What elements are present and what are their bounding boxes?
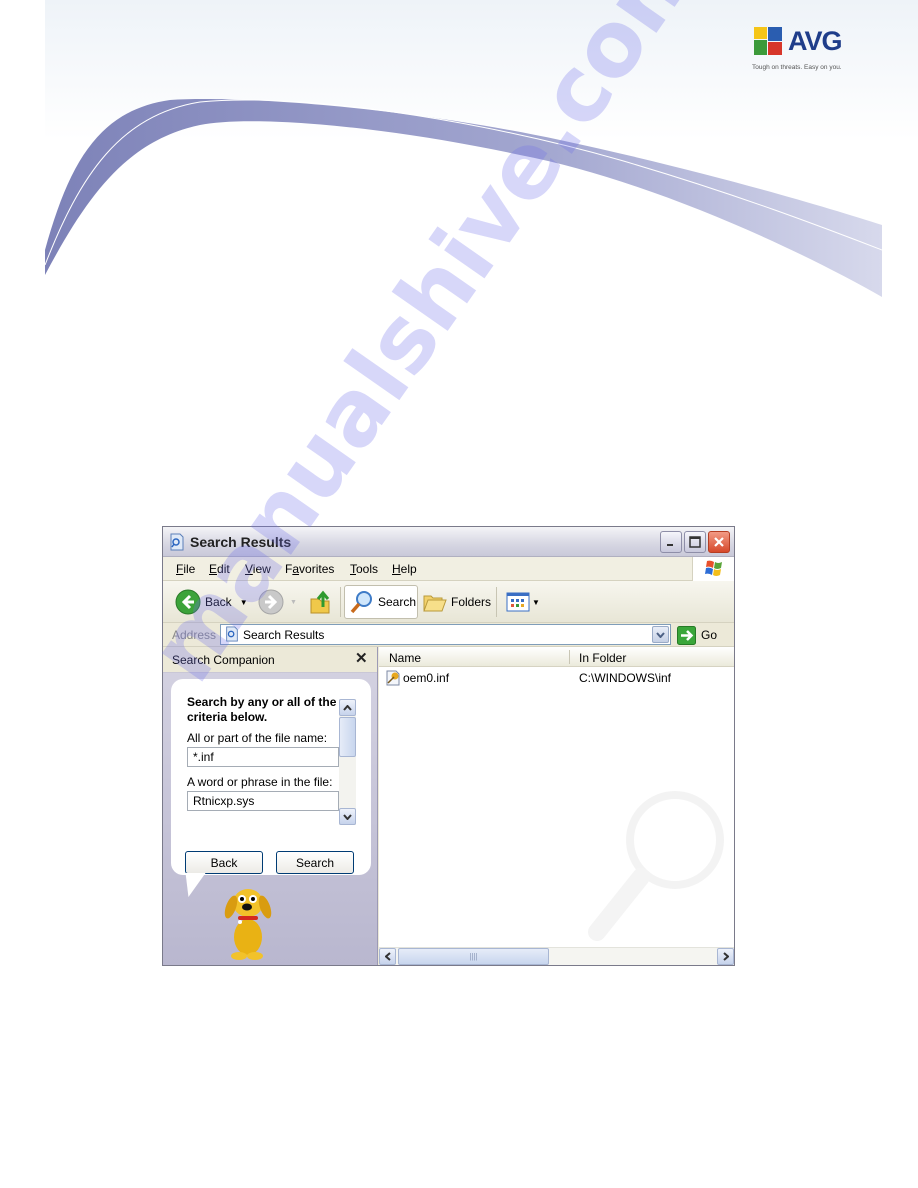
menu-favorites-label: vorites <box>299 562 335 576</box>
chevron-down-icon <box>343 813 352 820</box>
toolbar-separator <box>496 587 497 617</box>
up-folder-icon <box>310 590 330 614</box>
horizontal-scroll-thumb[interactable]: |||| <box>398 948 549 965</box>
companion-search-button[interactable]: Search <box>276 851 354 874</box>
close-icon <box>714 537 724 547</box>
search-dog-icon <box>224 889 272 960</box>
toolbar: Back ▼ ▼ Search Folders ▼ <box>163 581 734 623</box>
menu-edit[interactable]: Edit <box>209 562 230 576</box>
search-results-pane: Name In Folder oem0.inf C:\WINDOWS\inf |… <box>379 647 734 965</box>
inf-file-icon <box>386 670 400 686</box>
minimize-button[interactable] <box>660 531 682 553</box>
menu-view-label: iew <box>252 562 271 576</box>
folders-icon <box>423 595 447 612</box>
menu-view-accel: V <box>245 562 253 576</box>
back-label: Back <box>205 595 232 609</box>
chevron-down-icon <box>656 631 665 638</box>
column-divider[interactable] <box>569 650 570 664</box>
menu-file-label: ile <box>183 562 196 576</box>
search-companion-pane: Search Companion ✕ Search by any or all … <box>163 647 378 965</box>
scroll-left-button[interactable] <box>379 948 396 965</box>
result-folder: C:\WINDOWS\inf <box>579 671 671 685</box>
go-arrow-icon <box>677 625 696 645</box>
forward-button[interactable]: ▼ <box>258 585 297 619</box>
speech-bubble-tail <box>180 873 206 897</box>
companion-back-button[interactable]: Back <box>185 851 263 874</box>
views-button[interactable]: ▼ <box>506 585 540 619</box>
minimize-icon <box>667 544 673 546</box>
menu-edit-label: dit <box>217 562 230 576</box>
filename-label: All or part of the file name: <box>187 731 328 745</box>
result-row[interactable]: oem0.inf C:\WINDOWS\inf <box>379 669 734 687</box>
chevron-right-icon <box>722 952 729 961</box>
close-button[interactable] <box>708 531 730 553</box>
phrase-input[interactable] <box>187 791 339 811</box>
chevron-left-icon <box>384 952 391 961</box>
close-companion-icon[interactable]: ✕ <box>355 649 368 667</box>
search-icon <box>350 591 372 614</box>
search-companion-title: Search Companion <box>172 653 275 667</box>
address-label: Address <box>172 628 217 642</box>
menu-help-label: elp <box>400 562 417 576</box>
avg-logo-icon <box>754 27 782 55</box>
window-title: Search Results <box>190 534 292 550</box>
avg-logo: AVG Tough on threats. Easy on you. <box>752 24 852 84</box>
avg-tagline: Tough on threats. Easy on you. <box>752 64 842 71</box>
search-results-icon <box>170 533 184 551</box>
magnifier-background-icon <box>588 791 724 941</box>
address-value: Search Results <box>243 628 325 642</box>
search-companion-header: Search Companion ✕ <box>163 647 377 673</box>
back-button[interactable]: Back ▼ <box>175 585 248 619</box>
menu-tools-label: ools <box>356 562 379 576</box>
maximize-icon <box>689 536 701 548</box>
avg-logo-text: AVG <box>788 26 843 56</box>
phrase-label: A word or phrase in the file: <box>187 775 333 789</box>
menu-help-accel: H <box>392 562 401 576</box>
menu-view[interactable]: View <box>245 562 271 576</box>
search-results-window: Search Results File Edit View Favorites … <box>162 526 735 966</box>
scroll-right-button[interactable] <box>717 948 734 965</box>
address-page-icon <box>226 626 238 642</box>
menu-bar: File Edit View Favorites Tools Help <box>163 557 734 581</box>
search-criteria-heading: Search by any or all of the criteria bel… <box>187 695 337 724</box>
chevron-up-icon <box>343 704 352 711</box>
windows-flag-icon <box>705 560 722 576</box>
folders-button[interactable]: Folders <box>422 585 491 619</box>
forward-dropdown-icon[interactable]: ▼ <box>290 599 297 606</box>
search-toolbar-button[interactable]: Search <box>344 585 418 619</box>
back-arrow-icon <box>175 589 201 615</box>
windows-logo <box>692 557 734 581</box>
results-column-header: Name In Folder <box>379 647 734 667</box>
title-bar[interactable]: Search Results <box>163 527 734 557</box>
forward-arrow-icon <box>258 589 284 615</box>
column-in-folder[interactable]: In Folder <box>579 651 626 665</box>
scroll-thumb[interactable] <box>339 717 356 757</box>
menu-tools[interactable]: Tools <box>350 562 378 576</box>
result-file-name: oem0.inf <box>403 671 450 685</box>
address-bar: Address Search Results Go <box>163 623 734 647</box>
menu-file[interactable]: File <box>176 562 195 576</box>
up-folder-button[interactable] <box>309 585 333 619</box>
address-input[interactable]: Search Results <box>220 624 671 645</box>
views-icon <box>506 592 530 612</box>
search-toolbar-label: Search <box>378 595 417 609</box>
folders-label: Folders <box>451 595 492 609</box>
column-name[interactable]: Name <box>389 651 421 665</box>
go-label: Go <box>701 628 718 642</box>
toolbar-separator <box>340 587 341 617</box>
menu-favorites[interactable]: Favorites <box>285 562 334 576</box>
views-dropdown-icon[interactable]: ▼ <box>532 598 540 607</box>
results-horizontal-scrollbar[interactable]: |||| <box>379 947 734 965</box>
menu-help[interactable]: Help <box>392 562 417 576</box>
scroll-down-button[interactable] <box>339 808 356 825</box>
go-button[interactable]: Go <box>677 625 717 645</box>
menu-edit-accel: E <box>209 562 218 576</box>
filename-input[interactable] <box>187 747 339 767</box>
scroll-up-button[interactable] <box>339 699 356 716</box>
address-dropdown-button[interactable] <box>652 626 669 643</box>
maximize-button[interactable] <box>684 531 706 553</box>
criteria-scrollbar[interactable] <box>339 699 356 825</box>
search-criteria-panel: Search by any or all of the criteria bel… <box>171 679 371 875</box>
back-dropdown-icon[interactable]: ▼ <box>240 598 248 607</box>
